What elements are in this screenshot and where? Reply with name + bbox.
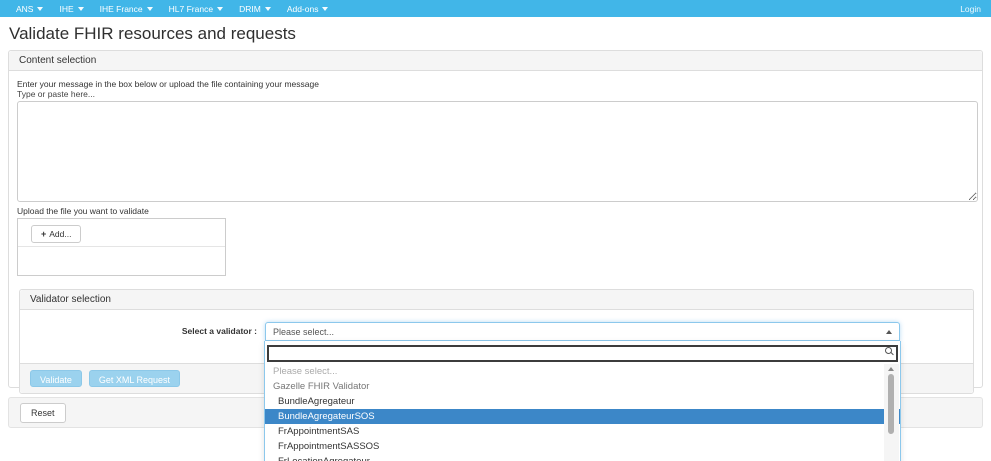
nav-menu-item-drim[interactable]: DRIM [231,0,279,17]
validator-selection-header: Validator selection [20,290,973,310]
nav-menu-item-label: Add-ons [287,4,319,14]
dropdown-option[interactable]: FrAppointmentSAS [265,424,900,439]
page: ANS IHE IHE France HL7 France DRIM Add-ons Lo… [0,0,991,461]
scrollbar-thumb[interactable] [888,374,894,434]
dropdown-option[interactable]: FrAppointmentSASSOS [265,439,900,454]
validator-select-value: Please select... [273,327,334,337]
search-icon [885,347,892,354]
nav-menu-item-label: HL7 France [169,4,213,14]
chevron-down-icon [147,7,153,11]
nav-menu-item-ans[interactable]: ANS [8,0,51,17]
validate-button[interactable]: Validate [30,370,82,387]
validator-options-list: Please select...Gazelle FHIR ValidatorBu… [265,364,900,461]
page-title: Validate FHIR resources and requests [9,24,296,44]
content-selection-header: Content selection [9,51,982,71]
dropdown-scrollbar[interactable] [884,364,899,461]
paste-here-label: Type or paste here... [17,89,974,99]
message-textarea[interactable] [17,101,978,202]
content-selection-panel: Content selection Enter your message in … [8,50,983,388]
validator-dropdown: Please select...Gazelle FHIR ValidatorBu… [264,341,901,461]
chevron-up-icon [886,330,892,334]
chevron-down-icon [322,7,328,11]
nav-menu-item-label: IHE France [100,4,143,14]
dropdown-option[interactable]: FrLocationAgregateur [265,454,900,461]
validator-search-input[interactable] [267,345,898,362]
nav-menu-item-label: DRIM [239,4,261,14]
nav-menu-item-ihe[interactable]: IHE [51,0,91,17]
validator-selection-panel: Validator selection Select a validator :… [19,289,974,394]
dropdown-option[interactable]: BundleAgregateurSOS [265,409,900,424]
add-file-button[interactable]: + Add... [31,225,81,243]
chevron-down-icon [217,7,223,11]
nav-menu: ANS IHE IHE France HL7 France DRIM Add-ons [0,0,336,17]
dropdown-option[interactable]: BundleAgregateur [265,394,900,409]
upload-file-label: Upload the file you want to validate [17,206,974,216]
select-validator-label: Select a validator : [28,322,265,341]
message-instruction: Enter your message in the box below or u… [17,79,974,89]
content-selection-body: Enter your message in the box below or u… [9,71,982,400]
file-upload-box: + Add... [17,218,226,276]
validator-selection-body: Select a validator : Please select... [20,310,973,363]
chevron-down-icon [265,7,271,11]
chevron-down-icon [78,7,84,11]
login-link[interactable]: Login [950,4,991,14]
chevron-down-icon [37,7,43,11]
top-navbar: ANS IHE IHE France HL7 France DRIM Add-ons Lo… [0,0,991,17]
get-xml-request-button[interactable]: Get XML Request [89,370,180,387]
validator-select-toggle[interactable]: Please select... [265,322,900,341]
nav-menu-item-label: IHE [59,4,73,14]
validator-search [267,343,898,362]
add-file-button-label: Add... [49,229,71,239]
validator-combobox: Please select... Please select...Gazelle… [265,322,900,341]
file-upload-buttonbar: + Add... [18,219,225,247]
nav-menu-item-add-ons[interactable]: Add-ons [279,0,337,17]
nav-menu-item-label: ANS [16,4,33,14]
nav-menu-item-ihe-france[interactable]: IHE France [92,0,161,17]
nav-menu-item-hl7-france[interactable]: HL7 France [161,0,231,17]
dropdown-option-placeholder[interactable]: Please select... [265,364,900,379]
scroll-up-icon[interactable] [888,367,894,371]
dropdown-group-label[interactable]: Gazelle FHIR Validator [265,379,900,394]
plus-icon: + [41,230,46,238]
reset-button[interactable]: Reset [20,403,66,423]
